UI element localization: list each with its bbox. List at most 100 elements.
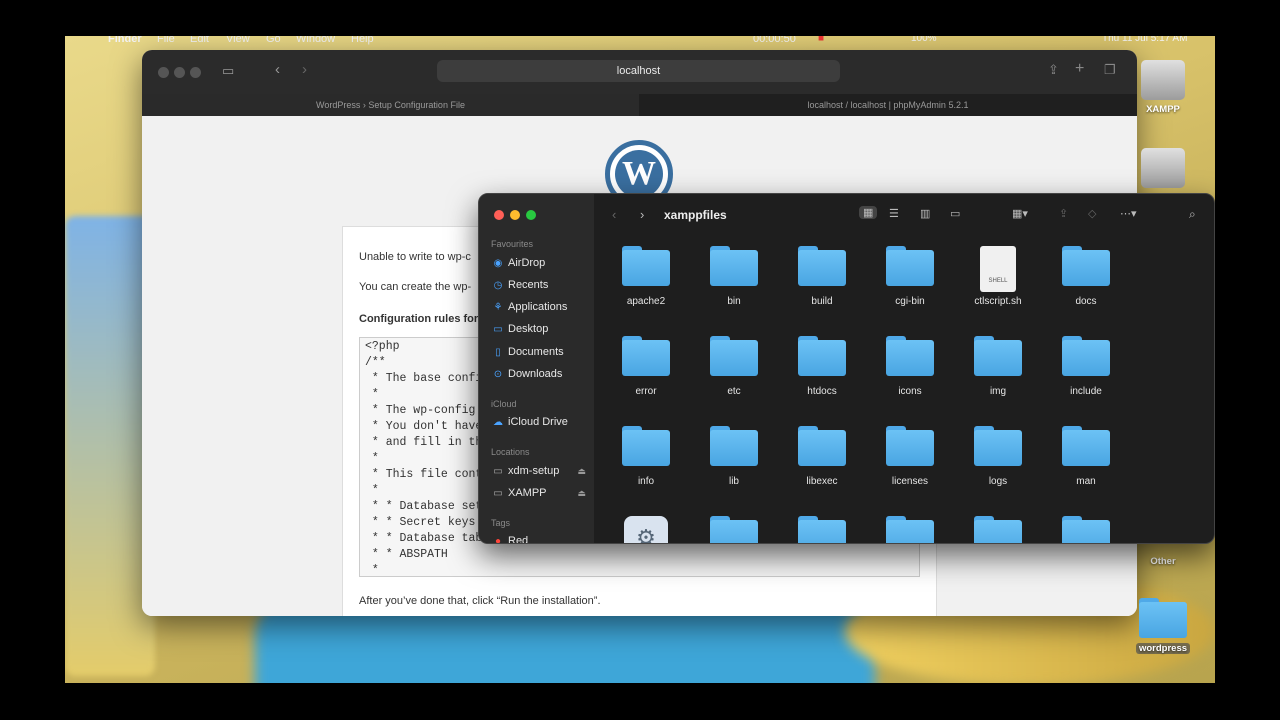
sidebar-header-icloud: iCloud: [491, 399, 517, 409]
battery-percent: 100%: [911, 36, 937, 44]
sidebar-item-icloud-drive[interactable]: ☁ iCloud Drive: [491, 413, 586, 431]
back-icon[interactable]: ‹: [275, 61, 280, 78]
finder-item[interactable]: include: [1046, 336, 1126, 397]
sidebar-header-tags: Tags: [491, 518, 511, 528]
back-icon[interactable]: ‹: [612, 207, 616, 222]
finder-item-partial[interactable]: [782, 516, 862, 543]
config-rules-heading: Configuration rules for: [359, 313, 479, 325]
folder-icon: [622, 426, 670, 466]
finder-item-label: apache2: [626, 296, 666, 307]
finder-item[interactable]: docs: [1046, 246, 1126, 307]
finder-item-label: include: [1070, 386, 1102, 397]
close-button[interactable]: [494, 210, 504, 220]
finder-item[interactable]: logs: [958, 426, 1038, 487]
finder-item-partial[interactable]: [694, 516, 774, 543]
finder-item[interactable]: cgi-bin: [870, 246, 950, 307]
finder-item-label: icons: [898, 386, 922, 397]
menu-help[interactable]: Help: [351, 36, 374, 45]
close-button[interactable]: [158, 67, 169, 78]
wordpress-logo-letter: W: [615, 150, 663, 198]
new-tab-icon[interactable]: +: [1075, 60, 1084, 78]
desktop-icon-other[interactable]: Other: [1133, 556, 1193, 567]
finder-item[interactable]: lib: [694, 426, 774, 487]
forward-icon[interactable]: ›: [302, 61, 307, 78]
group-by-icon[interactable]: ▦▾: [1012, 207, 1028, 220]
sidebar-item-xdm-setup[interactable]: ▭ xdm-setup ⏏: [491, 462, 586, 480]
finder-item[interactable]: error: [606, 336, 686, 397]
finder-item[interactable]: apache2: [606, 246, 686, 307]
sidebar-item-documents[interactable]: ▯ Documents: [491, 343, 586, 361]
menu-go[interactable]: Go: [266, 36, 281, 45]
stop-recording-icon[interactable]: ■: [818, 36, 824, 44]
finder-item[interactable]: bin: [694, 246, 774, 307]
column-view-icon[interactable]: ▥: [920, 207, 930, 220]
menu-file[interactable]: File: [157, 36, 175, 45]
menu-edit[interactable]: Edit: [190, 36, 209, 45]
cloud-icon: ☁: [493, 417, 503, 428]
finder-item[interactable]: etc: [694, 336, 774, 397]
sidebar-item-desktop[interactable]: ▭ Desktop: [491, 320, 586, 338]
drive-icon: ▭: [493, 466, 503, 477]
tab-overview-icon[interactable]: ❐: [1104, 62, 1116, 78]
zoom-button[interactable]: [190, 67, 201, 78]
applications-icon: ⚘: [493, 302, 503, 313]
finder-item-partial[interactable]: [870, 516, 950, 543]
finder-item[interactable]: img: [958, 336, 1038, 397]
finder-item[interactable]: info: [606, 426, 686, 487]
zoom-button[interactable]: [526, 210, 536, 220]
sidebar-item-airdrop[interactable]: ◉ AirDrop: [491, 254, 586, 272]
minimize-button[interactable]: [510, 210, 520, 220]
finder-item[interactable]: man: [1046, 426, 1126, 487]
document-icon: ▯: [495, 347, 501, 358]
clock-icon: ◷: [493, 280, 503, 291]
finder-item[interactable]: licenses: [870, 426, 950, 487]
error-message: Unable to write to wp-c: [359, 251, 471, 263]
share-icon[interactable]: ⇪: [1048, 62, 1059, 78]
sidebar-item-xampp[interactable]: ▭ XAMPP ⏏: [491, 484, 586, 502]
desktop-icon-drive[interactable]: [1133, 148, 1193, 192]
finder-item[interactable]: build: [782, 246, 862, 307]
folder-icon: [798, 246, 846, 286]
sidebar-item-applications[interactable]: ⚘ Applications: [491, 298, 586, 316]
folder-icon: [798, 426, 846, 466]
finder-item-label: info: [637, 476, 655, 487]
desktop-icon-wordpress[interactable]: wordpress: [1133, 598, 1193, 656]
finder-item[interactable]: SHELL ctlscript.sh: [958, 246, 1038, 307]
sidebar-toggle-icon[interactable]: ▭: [222, 63, 234, 79]
instruction-text: You can create the wp-: [359, 281, 472, 293]
finder-title: xamppfiles: [664, 208, 727, 222]
share-icon[interactable]: ⇪: [1059, 207, 1068, 220]
finder-item-partial[interactable]: [958, 516, 1038, 543]
address-bar[interactable]: localhost: [437, 60, 840, 82]
tab-phpmyadmin[interactable]: localhost / localhost | phpMyAdmin 5.2.1: [639, 94, 1137, 116]
eject-icon[interactable]: ⏏: [577, 484, 586, 502]
sidebar-item-recents[interactable]: ◷ Recents: [491, 276, 586, 294]
more-actions-icon[interactable]: ⋯▾: [1120, 207, 1137, 220]
icon-view-icon[interactable]: ▦: [859, 206, 878, 219]
sidebar-item-downloads[interactable]: ⊙ Downloads: [491, 365, 586, 383]
finder-item[interactable]: htdocs: [782, 336, 862, 397]
menubar-clock[interactable]: Thu 11 Jul 5:17 AM: [1102, 36, 1187, 44]
finder-item-label: ctlscript.sh: [974, 296, 1022, 307]
finder-item[interactable]: icons: [870, 336, 950, 397]
eject-icon[interactable]: ⏏: [577, 462, 586, 480]
forward-icon[interactable]: ›: [640, 207, 644, 222]
desktop-icon: ▭: [493, 324, 503, 335]
finder-item[interactable]: libexec: [782, 426, 862, 487]
menu-view[interactable]: View: [226, 36, 250, 45]
search-icon[interactable]: ⌕: [1189, 207, 1196, 222]
tag-icon[interactable]: ◇: [1088, 207, 1096, 220]
finder-item-partial[interactable]: ⚙: [606, 516, 686, 543]
tab-wordpress-setup[interactable]: WordPress › Setup Configuration File: [142, 94, 639, 116]
menu-window[interactable]: Window: [296, 36, 335, 45]
desktop-icon-xampp[interactable]: XAMPP: [1133, 60, 1193, 115]
gallery-view-icon[interactable]: ▭: [950, 207, 960, 220]
sidebar-item-tag-red[interactable]: ● Red: [491, 532, 586, 543]
minimize-button[interactable]: [174, 67, 185, 78]
list-view-icon[interactable]: ☰: [889, 207, 899, 220]
menu-app-name[interactable]: Finder: [108, 36, 142, 45]
apple-menu-icon[interactable]: [78, 36, 90, 45]
folder-icon: [710, 426, 758, 466]
finder-item-partial[interactable]: [1046, 516, 1126, 543]
finder-item-label: build: [811, 296, 833, 307]
